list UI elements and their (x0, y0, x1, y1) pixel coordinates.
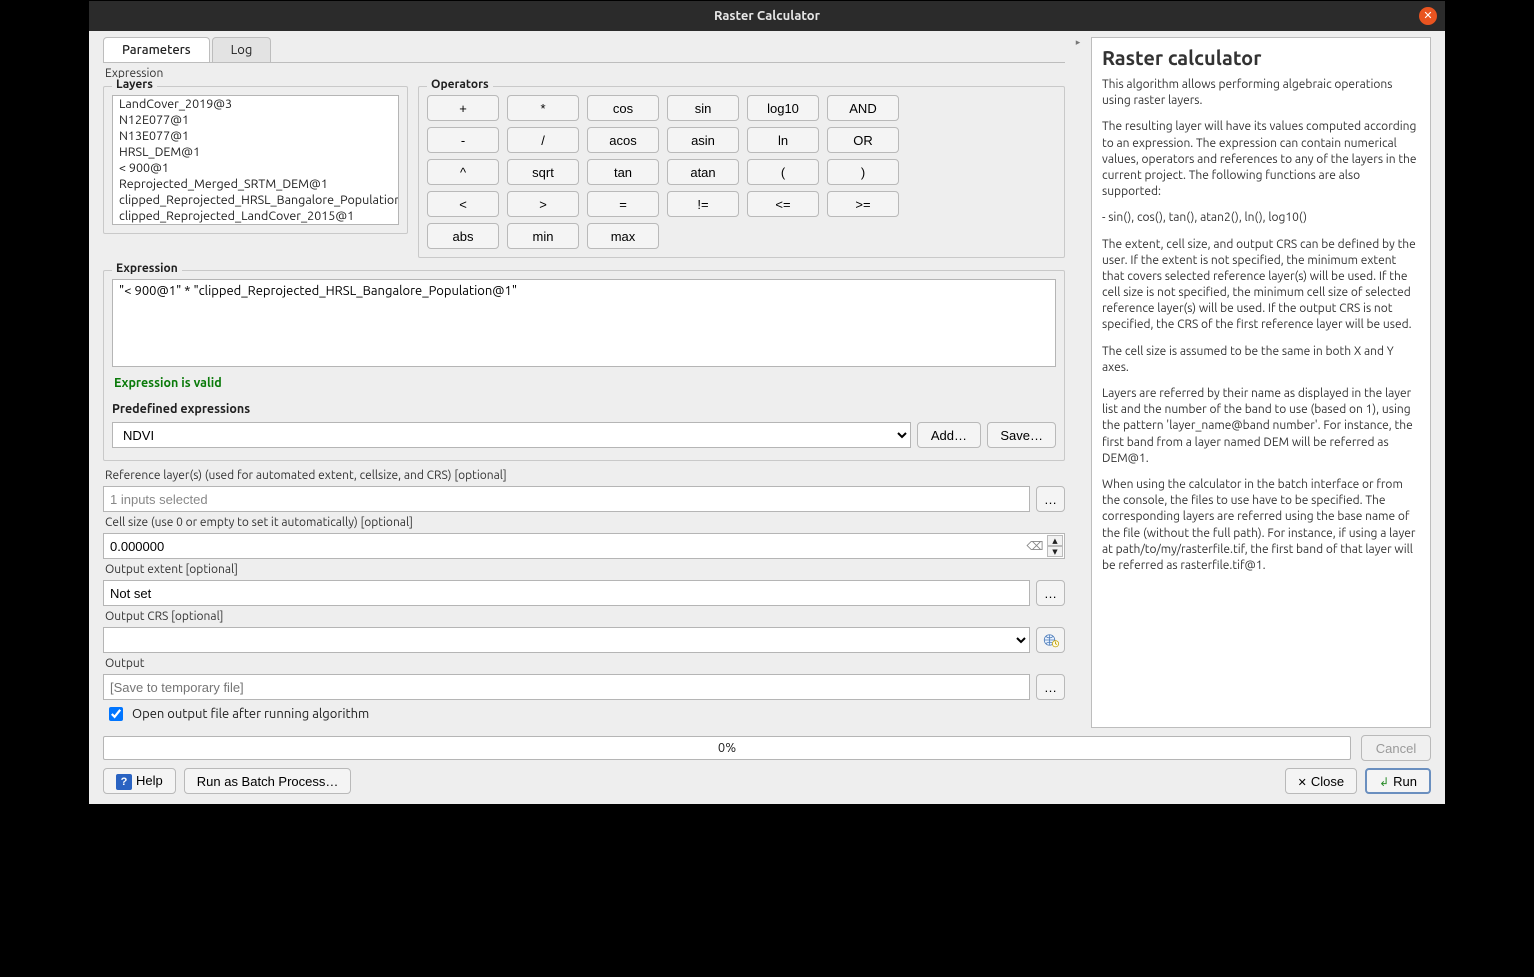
window: Raster Calculator ✕ Parameters Log Expre… (88, 0, 1446, 805)
operator-button[interactable]: asin (667, 127, 739, 153)
operator-button[interactable]: min (507, 223, 579, 249)
operator-button[interactable]: acos (587, 127, 659, 153)
cellsize-spin[interactable]: ▲▼ (1047, 535, 1063, 557)
operator-button[interactable]: != (667, 191, 739, 217)
close-button[interactable]: Close (1285, 768, 1357, 794)
operator-button[interactable]: - (427, 127, 499, 153)
layer-item[interactable]: < 900@1 (113, 160, 398, 176)
operators-group: Operators +*cossinlog10AND-/acosasinlnOR… (418, 86, 1065, 258)
operator-button[interactable]: sqrt (507, 159, 579, 185)
help-p6: Layers are referred by their name as dis… (1102, 386, 1420, 467)
crs-select[interactable] (103, 627, 1030, 653)
titlebar[interactable]: Raster Calculator ✕ (89, 1, 1445, 31)
cellsize-input[interactable] (103, 533, 1065, 559)
operator-button[interactable]: atan (667, 159, 739, 185)
predefined-legend: Predefined expressions (112, 402, 1056, 416)
layer-item[interactable]: LandCover_2019@3 (113, 96, 398, 112)
globe-icon (1042, 631, 1060, 649)
operator-button[interactable]: OR (827, 127, 899, 153)
help-p7: When using the calculator in the batch i… (1102, 477, 1420, 574)
cellsize-clear-icon[interactable]: ⌫ (1027, 539, 1043, 553)
predefined-select[interactable]: NDVI (112, 422, 911, 448)
expression-valid-label: Expression is valid (112, 374, 1056, 392)
window-title: Raster Calculator (714, 9, 820, 23)
output-input[interactable] (103, 674, 1030, 700)
operator-button[interactable]: > (507, 191, 579, 217)
tab-log[interactable]: Log (212, 37, 272, 62)
help-p5: The cell size is assumed to be the same … (1102, 344, 1420, 376)
open-output-check[interactable] (109, 707, 123, 721)
layer-item[interactable]: HRSL_DEM@1 (113, 144, 398, 160)
batch-button[interactable]: Run as Batch Process… (184, 768, 352, 794)
reference-input[interactable] (103, 486, 1030, 512)
operator-button[interactable]: ^ (427, 159, 499, 185)
expression-legend: Expression (112, 262, 182, 275)
output-label: Output (105, 657, 1065, 670)
expression-input[interactable] (112, 279, 1056, 367)
help-p3: - sin(), cos(), tan(), atan2(), ln(), lo… (1102, 210, 1420, 226)
crs-label: Output CRS [optional] (105, 610, 1065, 623)
operator-button[interactable]: tan (587, 159, 659, 185)
operators-legend: Operators (427, 78, 493, 91)
operator-button[interactable]: max (587, 223, 659, 249)
predefined-add-button[interactable]: Add… (917, 422, 982, 448)
operator-button[interactable]: / (507, 127, 579, 153)
expression-group: Expression Expression is valid Predefine… (103, 270, 1065, 461)
layer-item[interactable]: Reprojected_Merged_SRTM_DEM@1 (113, 176, 398, 192)
section-expression-label: Expression (105, 67, 1065, 80)
open-output-checkbox[interactable]: Open output file after running algorithm (105, 704, 1065, 724)
predefined-save-button[interactable]: Save… (987, 422, 1056, 448)
extent-input[interactable] (103, 580, 1030, 606)
operator-button[interactable]: <= (747, 191, 819, 217)
help-panel: Raster calculator This algorithm allows … (1091, 37, 1431, 728)
layer-item[interactable]: clipped_Reprojected_LandCover_2015@1 (113, 208, 398, 224)
help-icon: ? (116, 774, 132, 790)
layers-legend: Layers (112, 78, 157, 91)
layer-item[interactable]: N12E077@1 (113, 112, 398, 128)
extent-label: Output extent [optional] (105, 563, 1065, 576)
tabbar: Parameters Log (103, 37, 1065, 63)
operator-button[interactable]: + (427, 95, 499, 121)
progress-text: 0% (718, 741, 736, 755)
layer-item[interactable]: N13E077@1 (113, 128, 398, 144)
operator-button[interactable]: cos (587, 95, 659, 121)
operator-button[interactable]: ln (747, 127, 819, 153)
splitter-handle[interactable]: ▸ (1075, 37, 1081, 728)
open-output-label: Open output file after running algorithm (132, 707, 369, 721)
operator-button[interactable]: ) (827, 159, 899, 185)
window-close-button[interactable]: ✕ (1419, 7, 1437, 25)
help-title: Raster calculator (1102, 46, 1420, 69)
reference-label: Reference layer(s) (used for automated e… (105, 469, 1065, 482)
layers-list[interactable]: LandCover_2019@3N12E077@1N13E077@1HRSL_D… (112, 95, 399, 225)
operator-button[interactable]: * (507, 95, 579, 121)
operator-button[interactable]: log10 (747, 95, 819, 121)
reference-browse-button[interactable]: … (1036, 486, 1065, 512)
cellsize-label: Cell size (use 0 or empty to set it auto… (105, 516, 1065, 529)
operator-button[interactable]: AND (827, 95, 899, 121)
help-button[interactable]: ?Help (103, 768, 176, 794)
operator-button[interactable]: >= (827, 191, 899, 217)
layer-item[interactable]: clipped_Reprojected_HRSL_Bangalore_Popul… (113, 192, 398, 208)
operator-button[interactable]: sin (667, 95, 739, 121)
help-p2: The resulting layer will have its values… (1102, 119, 1420, 200)
crs-picker-button[interactable] (1036, 627, 1065, 653)
operator-button[interactable]: = (587, 191, 659, 217)
help-p4: The extent, cell size, and output CRS ca… (1102, 237, 1420, 334)
layers-group: Layers LandCover_2019@3N12E077@1N13E077@… (103, 86, 408, 234)
operator-button[interactable]: ( (747, 159, 819, 185)
operator-button[interactable]: < (427, 191, 499, 217)
operator-grid: + * cossin log10 AND -/ acos asinln OR ^ sqrttanat… (427, 95, 1056, 249)
tab-parameters[interactable]: Parameters (103, 37, 210, 62)
operator-button[interactable]: abs (427, 223, 499, 249)
progress-bar: 0% (103, 736, 1351, 760)
help-p1: This algorithm allows performing algebra… (1102, 77, 1420, 109)
run-button[interactable]: Run (1365, 768, 1431, 794)
output-browse-button[interactable]: … (1036, 674, 1065, 700)
extent-browse-button[interactable]: … (1036, 580, 1065, 606)
cancel-button: Cancel (1361, 735, 1431, 761)
